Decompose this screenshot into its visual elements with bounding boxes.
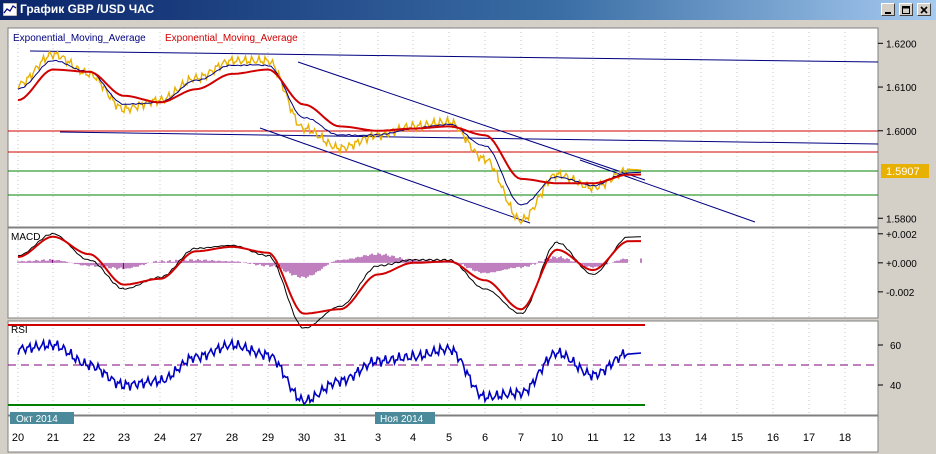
rsi-label: RSI [11,325,28,336]
price-tick-label-0: 1.6200 [886,39,917,50]
x-tick-label-18: 18 [839,432,851,444]
legend-ema-fast: Exponential_Moving_Average [13,33,146,44]
x-tick-label-29: 29 [262,432,274,444]
x-tick-label-7: 7 [518,432,524,444]
close-button[interactable] [917,3,931,16]
x-tick-label-21: 21 [47,432,59,444]
x-tick-label-30: 30 [298,432,310,444]
chart-window: График GBP /USD ЧАС 1.6200 1.6100 1.6000… [0,0,936,454]
x-tick-label-16: 16 [767,432,779,444]
macd-y-axis: +0.002 +0.000 -0.002 [878,230,917,299]
chart-area[interactable]: 1.6200 1.6100 1.6000 1.5800 +0.002 +0.000 -0.… [0,20,936,454]
price-tick-label-3: 1.5800 [886,214,917,225]
title-bar[interactable]: График GBP /USD ЧАС [0,0,936,20]
last-price-label: 1.5907 [886,166,920,178]
maximize-button[interactable] [899,3,913,16]
macd-panel [7,227,879,319]
legend-ema-slow: Exponential_Moving_Average [165,33,298,44]
x-tick-label-5: 5 [446,432,452,444]
price-tick-label-2: 1.6000 [886,127,917,138]
macd-label: MACD [11,232,40,243]
x-tick-label-22: 22 [83,432,95,444]
x-tick-label-14: 14 [695,432,707,444]
month-label-nov: Ноя 2014 [380,414,424,425]
maximize-icon [902,6,910,14]
x-tick-label-31: 31 [334,432,346,444]
rsi-tick-label-1: 40 [890,381,902,392]
rsi-y-axis: 60 40 [878,341,902,392]
x-tick-label-4: 4 [410,432,416,444]
rsi-tick-label-0: 60 [890,341,902,352]
macd-tick-label-0: +0.002 [886,230,917,241]
x-tick-label-17: 17 [803,432,815,444]
month-label-oct: Окт 2014 [16,414,58,425]
price-y-axis: 1.6200 1.6100 1.6000 1.5800 [878,39,917,225]
rsi-panel [7,320,879,416]
x-tick-label-12: 12 [623,432,635,444]
x-tick-label-24: 24 [154,432,166,444]
x-tick-label-11: 11 [587,432,598,444]
macd-tick-label-2: -0.002 [886,288,915,299]
x-tick-label-28: 28 [226,432,238,444]
x-tick-label-6: 6 [482,432,488,444]
x-tick-label-20: 20 [12,432,24,444]
minimize-button[interactable] [881,3,895,16]
x-tick-label-15: 15 [731,432,743,444]
window-title: График GBP /USD ЧАС [20,2,155,16]
close-icon [920,6,928,14]
x-tick-label-13: 13 [659,432,671,444]
minimize-icon [885,12,891,14]
x-tick-label-27: 27 [190,432,202,444]
x-tick-label-10: 10 [551,432,563,444]
macd-tick-label-1: +0.000 [886,259,917,270]
price-tick-label-1: 1.6100 [886,83,917,94]
x-axis-panel [7,415,879,453]
x-tick-label-3: 3 [375,432,381,444]
chart-app-icon [3,3,17,16]
x-tick-label-23: 23 [118,432,130,444]
